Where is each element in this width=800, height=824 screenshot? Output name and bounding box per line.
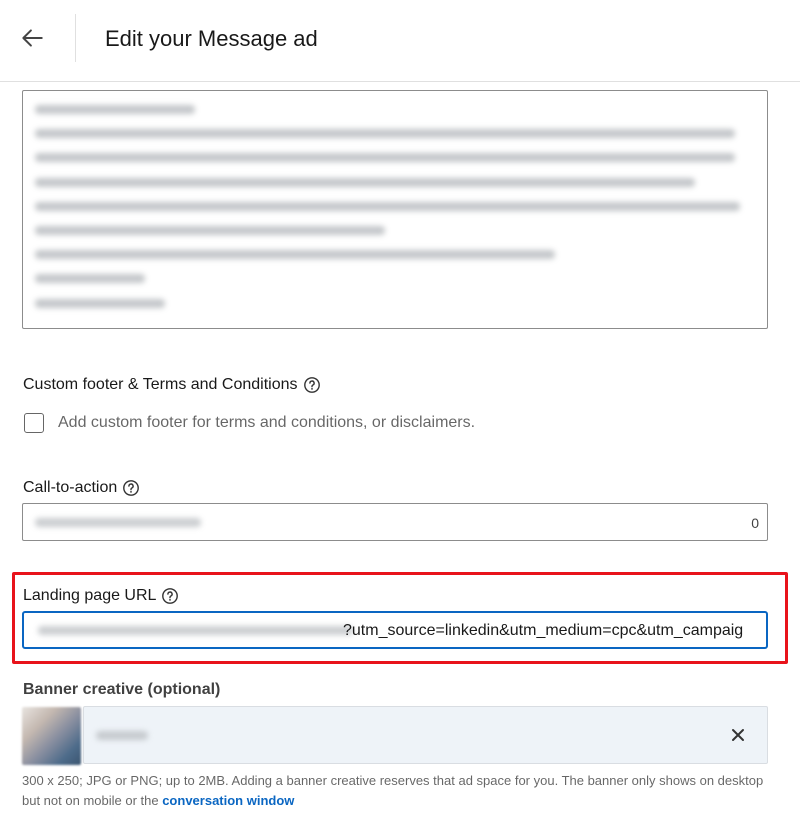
banner-helper-body: 300 x 250; JPG or PNG; up to 2MB. Adding… — [22, 773, 764, 808]
close-icon — [732, 729, 744, 741]
back-button[interactable] — [14, 20, 50, 56]
banner-label: Banner creative (optional) — [23, 681, 221, 698]
banner-file-chip — [83, 706, 768, 764]
custom-footer-checkbox[interactable] — [24, 413, 44, 433]
remove-banner-button[interactable] — [727, 724, 749, 746]
message-body-textarea[interactable] — [22, 90, 768, 329]
cta-char-count: 0 — [751, 515, 759, 531]
landing-page-heading: Landing page URL — [23, 587, 179, 605]
banner-thumbnail — [22, 707, 81, 765]
help-icon[interactable] — [161, 587, 179, 605]
page-header: Edit your Message ad — [0, 0, 800, 82]
banner-helper-text: 300 x 250; JPG or PNG; up to 2MB. Adding… — [22, 771, 782, 810]
landing-page-url-input[interactable]: ?utm_source=linkedin&utm_medium=cpc&utm_… — [22, 611, 768, 649]
arrow-left-icon — [22, 29, 43, 47]
banner-heading: Banner creative (optional) — [23, 681, 220, 699]
landing-page-label: Landing page URL — [23, 587, 157, 604]
custom-footer-checkbox-label[interactable]: Add custom footer for terms and conditio… — [58, 414, 475, 432]
help-icon[interactable] — [303, 376, 321, 394]
url-obscured-text — [38, 626, 353, 635]
custom-footer-checkbox-row[interactable]: Add custom footer for terms and conditio… — [24, 413, 475, 433]
custom-footer-label: Custom footer & Terms and Conditions — [23, 376, 298, 393]
banner-obscured-filename — [96, 731, 148, 740]
header-divider — [75, 14, 76, 62]
custom-footer-heading: Custom footer & Terms and Conditions — [23, 376, 321, 394]
cta-heading: Call-to-action — [23, 479, 140, 497]
help-icon[interactable] — [122, 479, 140, 497]
page-title: Edit your Message ad — [105, 26, 318, 51]
conversation-window-link[interactable]: conversation window — [162, 793, 294, 808]
url-visible-text: ?utm_source=linkedin&utm_medium=cpc&utm_… — [343, 622, 744, 639]
cta-obscured-text — [35, 518, 201, 527]
cta-label: Call-to-action — [23, 479, 118, 496]
cta-input[interactable]: 0 — [22, 503, 768, 541]
